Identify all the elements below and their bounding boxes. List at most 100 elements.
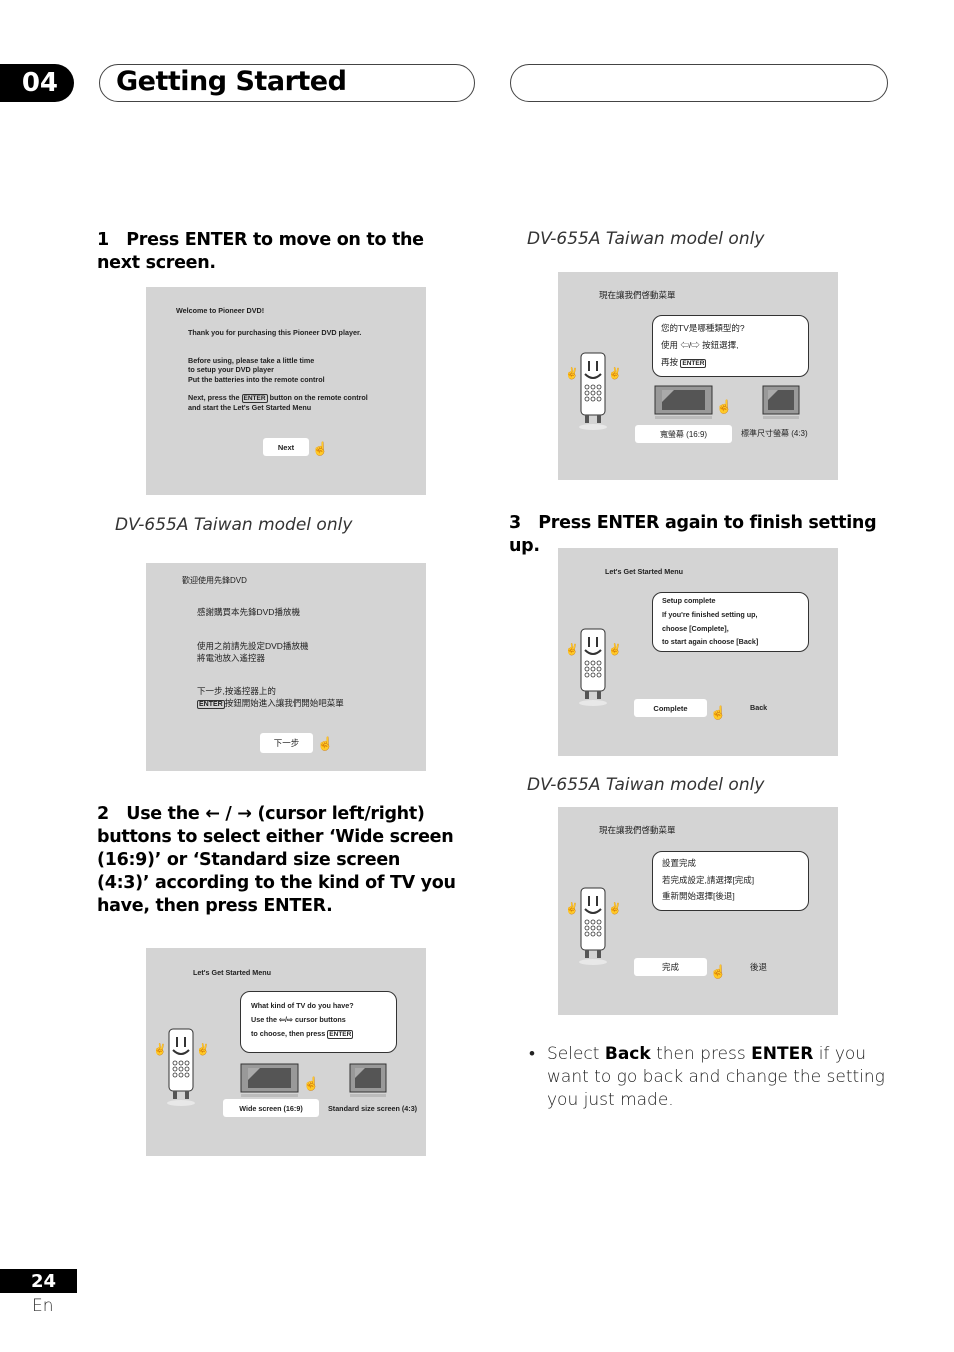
screen-title: 現在讓我們啓動菜單 bbox=[599, 290, 676, 300]
standard-tv-icon bbox=[349, 1063, 387, 1097]
enter-key-icon: ENTER bbox=[327, 1030, 354, 1039]
svg-text:✌: ✌ bbox=[565, 366, 579, 380]
step-1-number: 1 bbox=[97, 230, 109, 250]
screen-title: Let's Get Started Menu bbox=[193, 968, 271, 977]
bubble-line: choose [Complete], bbox=[662, 624, 729, 633]
page-number-badge: 24 bbox=[0, 1269, 77, 1293]
bubble-line: 設置完成 bbox=[662, 858, 697, 868]
pointing-hand-icon: ☝ bbox=[716, 399, 733, 414]
text: Next, press the bbox=[188, 393, 240, 402]
step-2-text: Use the bbox=[126, 804, 200, 824]
text-bold: ENTER bbox=[751, 1044, 814, 1064]
pointing-hand-icon: ☝ bbox=[312, 441, 329, 456]
cursor-arrows-icon: ⇦/⇨ bbox=[278, 1015, 294, 1024]
screen-line: ENTER 按鈕開始進入讓我們開始吧菜單 bbox=[197, 697, 344, 711]
remote-mascot-icon: ✌ ✌ bbox=[153, 1028, 210, 1106]
pointing-hand-icon: ☝ bbox=[710, 705, 727, 720]
step-3-number: 3 bbox=[509, 513, 521, 533]
text: to choose, then press bbox=[251, 1029, 326, 1038]
step-2-heading: 2 Use the ← / → (cursor left/right) butt… bbox=[97, 803, 457, 918]
screen-line: 感謝購買本先鋒DVD播放機 bbox=[197, 607, 300, 617]
screen-line: 下一步,按遙控器上的 bbox=[197, 686, 276, 696]
cursor-arrows-icon: ⇦/⇨ bbox=[680, 340, 700, 350]
svg-text:✌: ✌ bbox=[608, 366, 622, 380]
svg-text:✌: ✌ bbox=[565, 901, 579, 915]
screen-line: Put the batteries into the remote contro… bbox=[188, 375, 325, 384]
screen-welcome-en: Welcome to Pioneer DVD! Thank you for pu… bbox=[146, 287, 426, 495]
next-button[interactable]: Next bbox=[263, 438, 309, 456]
bubble-line: Use the ⇦/⇨ cursor buttons bbox=[251, 1015, 346, 1025]
step-1-heading: 1 Press ENTER to move on to the next scr… bbox=[97, 229, 467, 275]
svg-text:✌: ✌ bbox=[153, 1042, 167, 1056]
text: Select bbox=[547, 1044, 600, 1064]
text: then press bbox=[656, 1044, 746, 1064]
note-text: Select Back then press ENTER if you want… bbox=[547, 1043, 889, 1112]
svg-text:✌: ✌ bbox=[608, 901, 622, 915]
svg-text:✌: ✌ bbox=[608, 642, 622, 656]
chapter-number: 04 bbox=[21, 68, 58, 98]
screen-tv-type-en: Let's Get Started Menu What kind of TV d… bbox=[146, 948, 426, 1156]
remote-mascot-icon: ✌ ✌ bbox=[565, 352, 622, 430]
pointing-hand-icon: ☝ bbox=[303, 1076, 320, 1091]
bubble-line: 重新開始選擇[後退] bbox=[662, 891, 735, 901]
text-bold: Back bbox=[604, 1044, 651, 1064]
complete-button[interactable]: 完成 bbox=[634, 958, 707, 976]
chapter-number-badge: 04 bbox=[0, 64, 74, 102]
standard-tv-icon bbox=[762, 385, 800, 419]
screen-line: 使用之前請先設定DVD播放機 bbox=[197, 641, 309, 651]
speech-bubble: What kind of TV do you have? Use the ⇦/⇨… bbox=[240, 991, 397, 1053]
screen-line: and start the Let's Get Started Menu bbox=[188, 403, 312, 412]
chapter-title: Getting Started bbox=[116, 66, 347, 97]
screen-title: 現在讓我們啓動菜單 bbox=[599, 825, 676, 835]
text: Use the bbox=[251, 1015, 277, 1024]
chapter-title-frame: Getting Started bbox=[99, 64, 475, 102]
page-language: En bbox=[32, 1296, 54, 1316]
pointing-hand-icon: ☝ bbox=[710, 964, 727, 979]
text: 使用 bbox=[661, 340, 679, 350]
bullet: • bbox=[529, 1044, 535, 1064]
back-note: • Select Back then press ENTER if you wa… bbox=[529, 1043, 889, 1112]
enter-key-icon: ENTER bbox=[197, 700, 225, 709]
wide-screen-option[interactable]: 寬螢幕 (16:9) bbox=[635, 425, 732, 443]
bubble-line: 若完成設定,請選擇[完成] bbox=[662, 875, 755, 885]
model-note: DV-655A Taiwan model only bbox=[527, 775, 765, 795]
screen-welcome-zh: 歡迎使用先鋒DVD 感謝購買本先鋒DVD播放機 使用之前請先設定DVD播放機 將… bbox=[146, 563, 426, 771]
bubble-line: 您的TV是哪種類型的? bbox=[661, 323, 745, 333]
step-1-text: Press ENTER to move on to the next scree… bbox=[97, 230, 424, 273]
left-right-arrow-icon: ← / → bbox=[205, 804, 252, 824]
standard-screen-option[interactable]: 標準尺寸螢幕 (4:3) bbox=[741, 428, 808, 440]
screen-setup-complete-en: Let's Get Started Menu Setup complete If… bbox=[558, 548, 838, 756]
complete-button[interactable]: Complete bbox=[634, 699, 707, 717]
screen-line: Thank you for purchasing this Pioneer DV… bbox=[188, 328, 362, 337]
bubble-line: 再按 ENTER bbox=[661, 356, 707, 370]
text: button on the remote control bbox=[269, 393, 368, 402]
remote-mascot-icon: ✌ ✌ bbox=[565, 887, 622, 965]
screen-setup-complete-zh: 現在讓我們啓動菜單 設置完成 若完成設定,請選擇[完成] 重新開始選擇[後退] … bbox=[558, 807, 838, 1015]
next-button[interactable]: 下一步 bbox=[260, 733, 313, 753]
standard-screen-option[interactable]: Standard size screen (4:3) bbox=[328, 1104, 417, 1114]
screen-title: Let's Get Started Menu bbox=[605, 567, 683, 576]
step-2-number: 2 bbox=[97, 804, 109, 824]
wide-screen-option[interactable]: Wide screen (16:9) bbox=[223, 1099, 319, 1117]
text: cursor buttons bbox=[295, 1015, 346, 1024]
bubble-line: to choose, then press ENTER bbox=[251, 1029, 354, 1040]
enter-key-icon: ENTER bbox=[241, 394, 268, 403]
back-button[interactable]: 後退 bbox=[750, 961, 767, 973]
enter-key-icon: ENTER bbox=[680, 359, 707, 368]
bubble-line: What kind of TV do you have? bbox=[251, 1001, 354, 1010]
pointing-hand-icon: ☝ bbox=[317, 736, 334, 751]
page-number: 24 bbox=[30, 1270, 57, 1292]
bubble-line: 使用 ⇦/⇨ 按鈕選擇, bbox=[661, 339, 739, 351]
bubble-line: Setup complete bbox=[662, 596, 716, 605]
wide-tv-icon bbox=[654, 385, 713, 419]
text: 按鈕選擇, bbox=[702, 340, 739, 350]
remote-mascot-icon: ✌ ✌ bbox=[565, 628, 622, 706]
bubble-line: to start again choose [Back] bbox=[662, 637, 759, 646]
model-note: DV-655A Taiwan model only bbox=[115, 515, 353, 535]
speech-bubble: 設置完成 若完成設定,請選擇[完成] 重新開始選擇[後退] bbox=[652, 851, 809, 911]
screen-title: 歡迎使用先鋒DVD bbox=[182, 576, 247, 585]
bubble-line: If you're finished setting up, bbox=[662, 610, 758, 619]
model-note: DV-655A Taiwan model only bbox=[527, 229, 765, 249]
speech-bubble: 您的TV是哪種類型的? 使用 ⇦/⇨ 按鈕選擇, 再按 ENTER bbox=[652, 315, 809, 377]
back-button[interactable]: Back bbox=[750, 703, 767, 713]
